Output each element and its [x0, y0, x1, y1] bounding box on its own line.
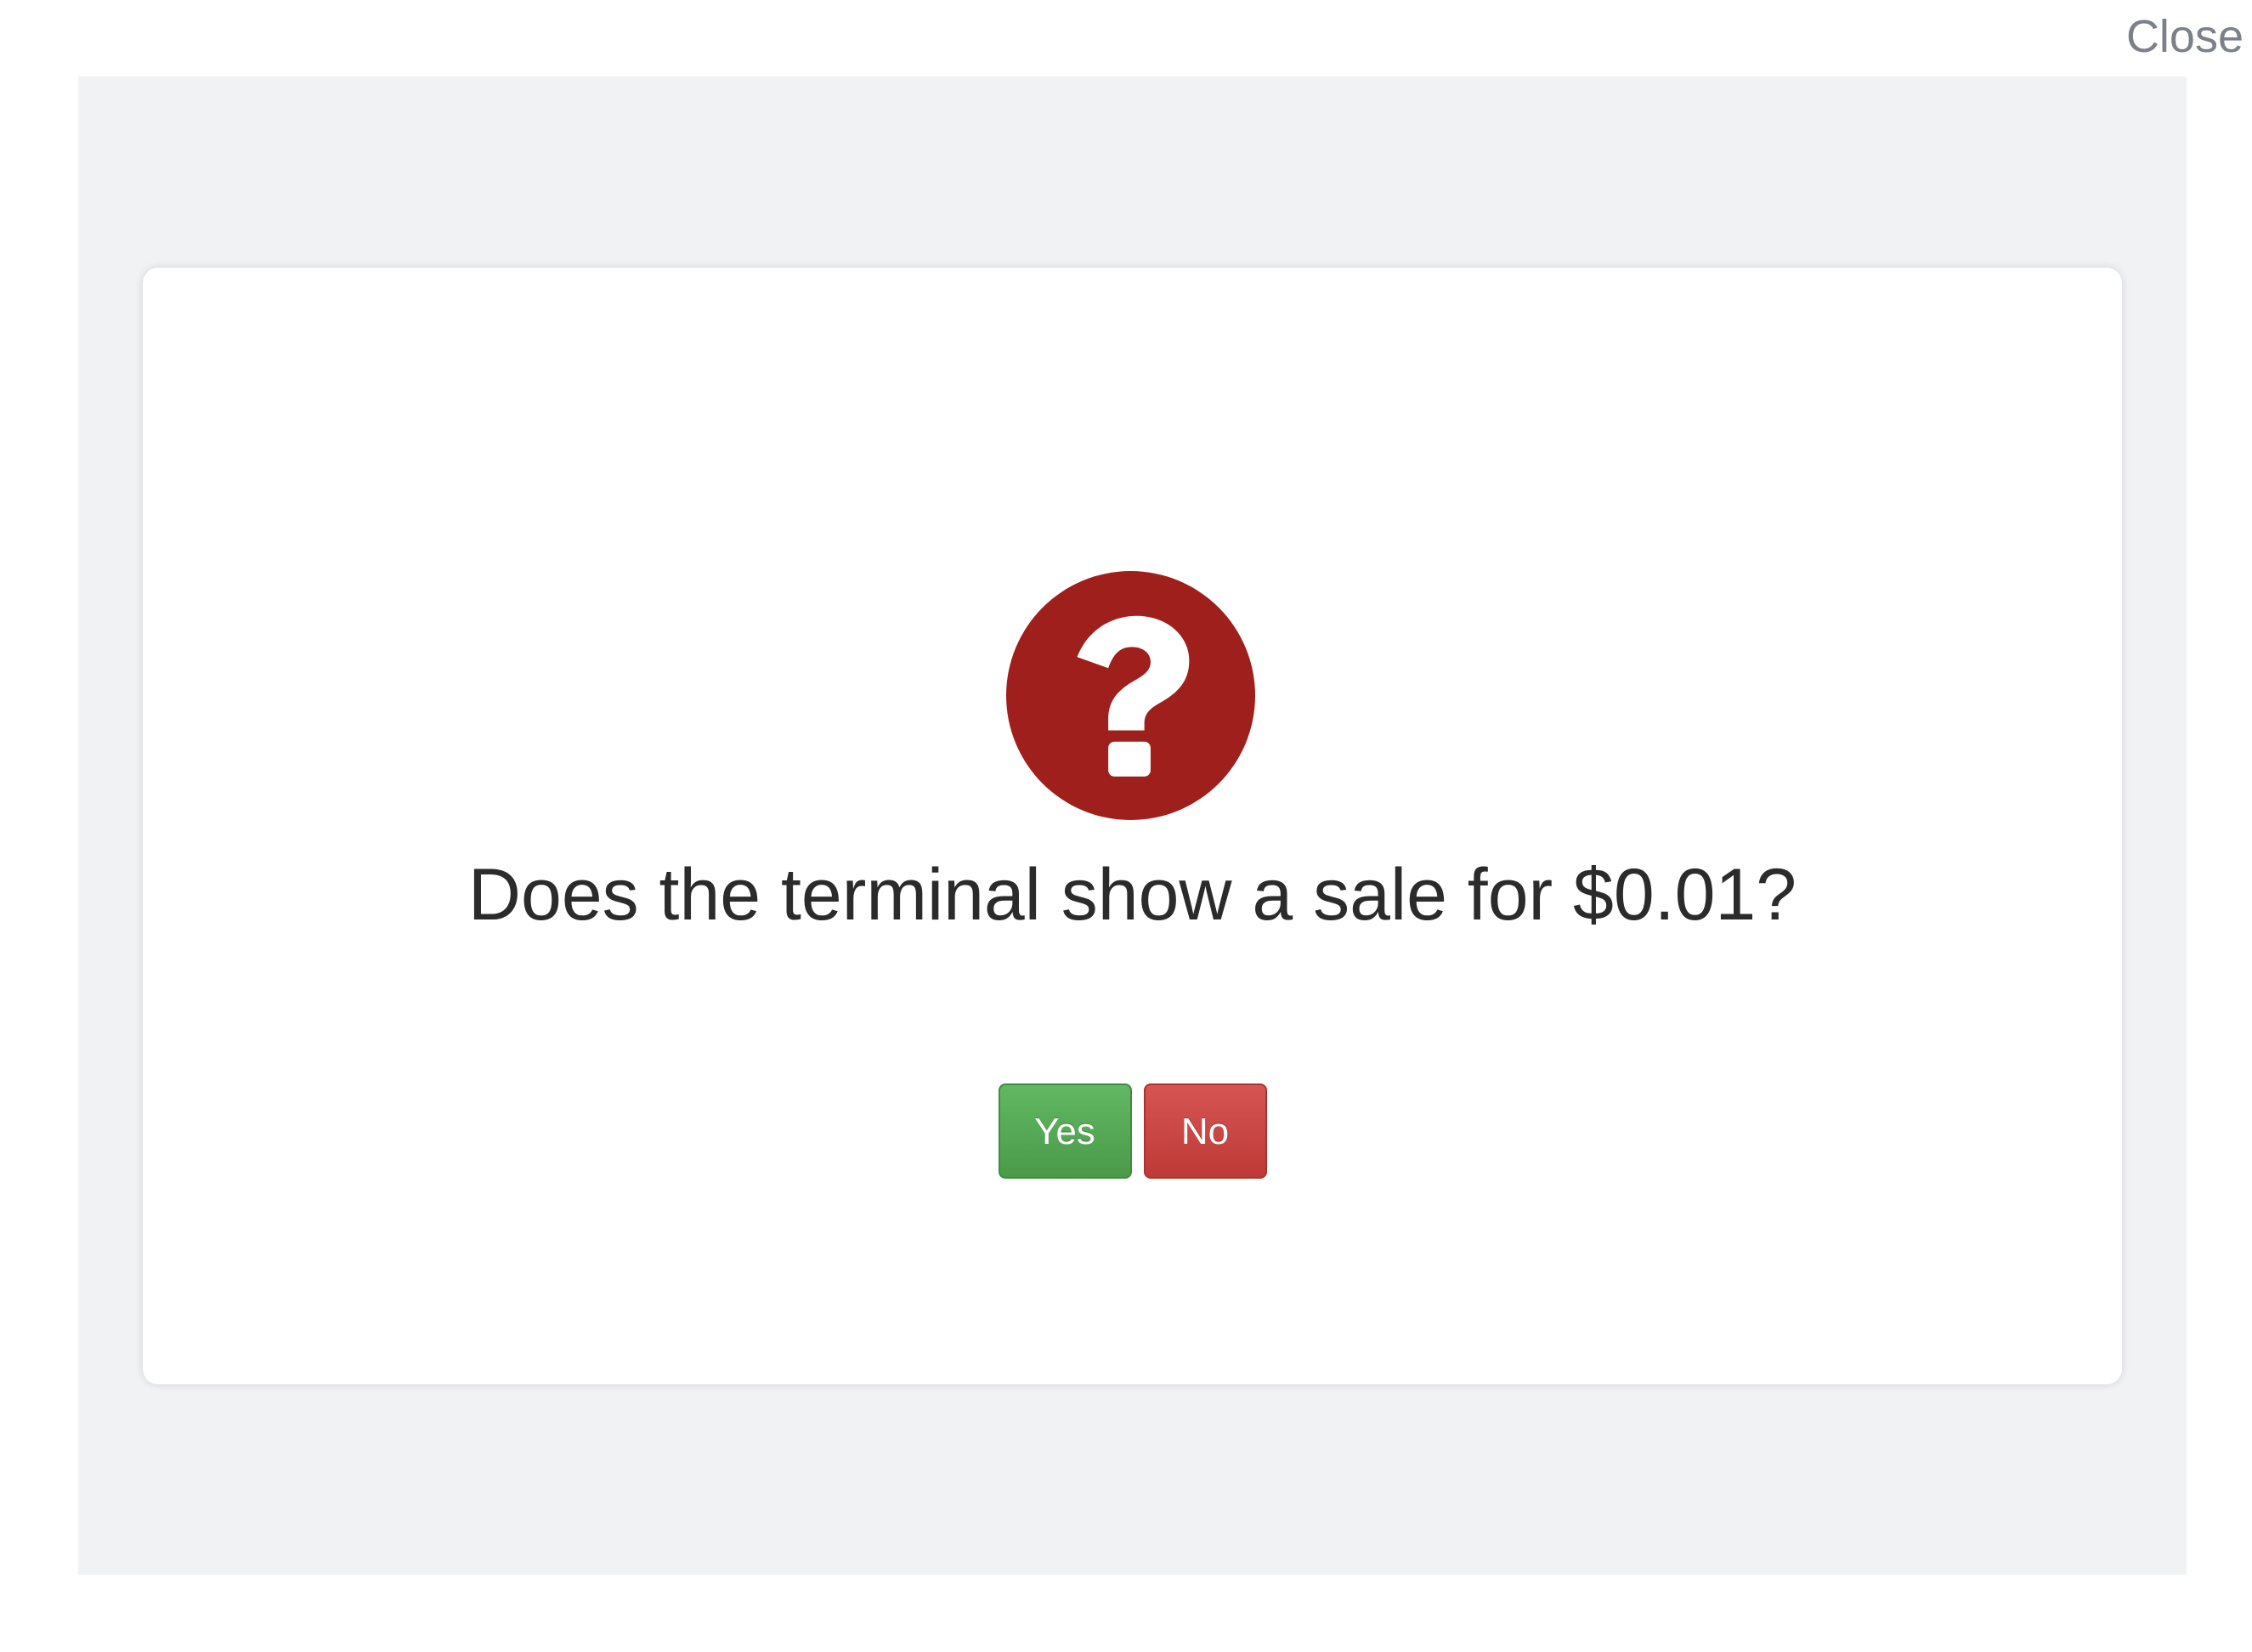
- confirmation-dialog: Does the terminal show a sale for $0.01?…: [143, 268, 2122, 1384]
- page: Close Does the terminal show a sale for …: [0, 0, 2252, 1652]
- button-row: Yes No: [143, 1083, 2122, 1179]
- no-button[interactable]: No: [1143, 1083, 1267, 1179]
- close-link[interactable]: Close: [2126, 7, 2244, 66]
- modal-backdrop: Does the terminal show a sale for $0.01?…: [78, 76, 2187, 1575]
- yes-button[interactable]: Yes: [998, 1083, 1132, 1179]
- question-circle-icon: [1006, 571, 1255, 820]
- prompt-text: Does the terminal show a sale for $0.01?: [467, 854, 1797, 936]
